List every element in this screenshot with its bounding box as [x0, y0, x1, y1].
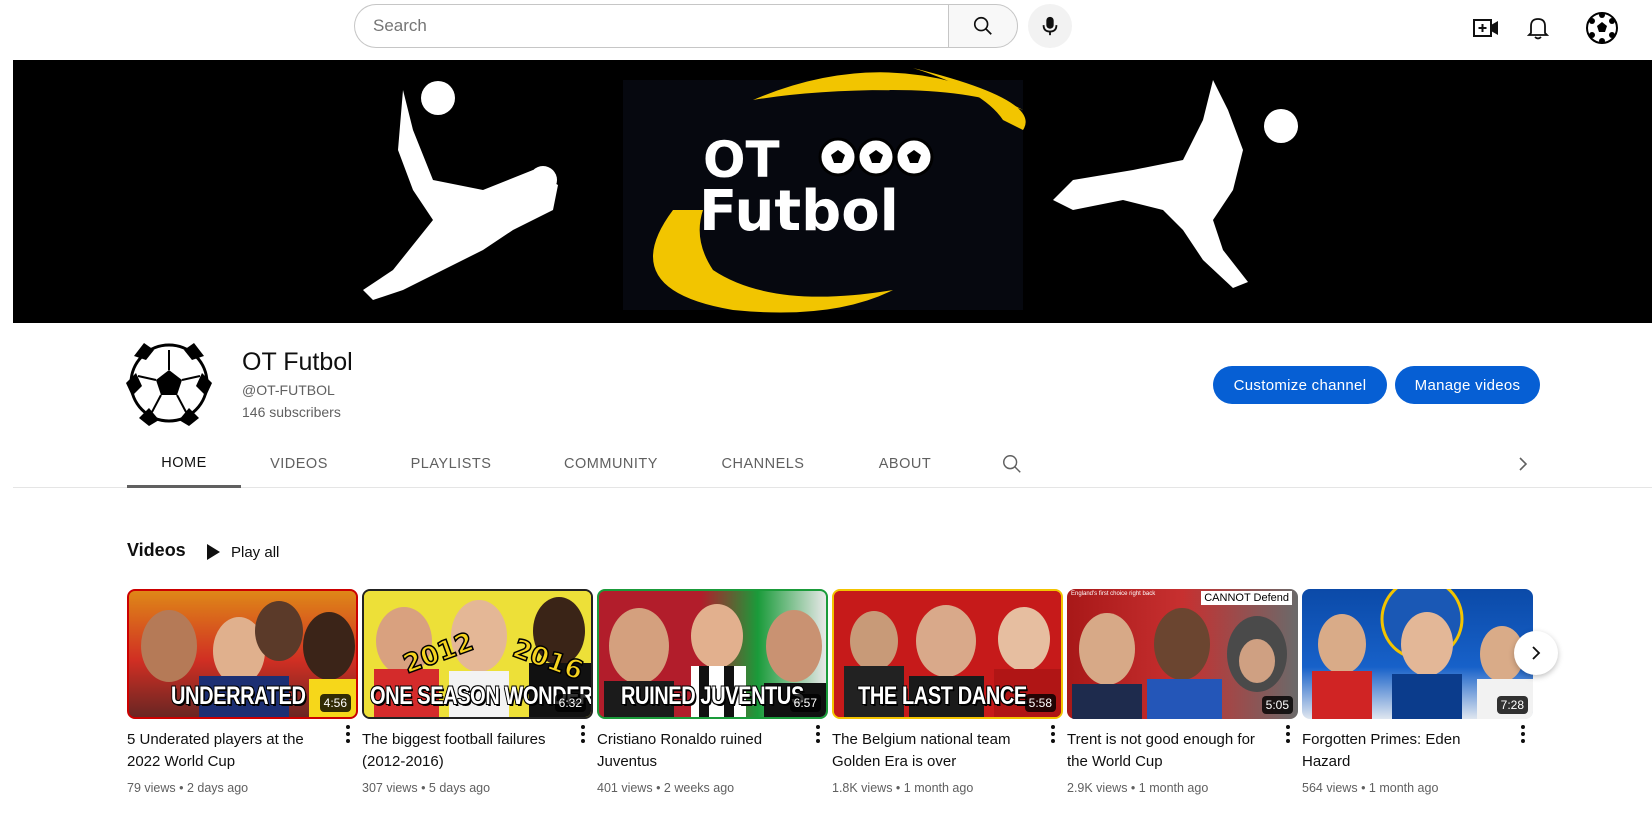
section-title: Videos [127, 540, 186, 560]
kebab-menu-icon [1051, 725, 1055, 743]
tab-about[interactable]: ABOUT [860, 440, 950, 488]
create-button[interactable] [1466, 8, 1506, 48]
thumbnail-caption: UNDERRATED [171, 682, 306, 710]
video-duration: 7:28 [1496, 696, 1528, 714]
more-options-button[interactable] [808, 725, 828, 749]
banner-logo-line2: Futbol [699, 179, 899, 244]
thumbnail-caption: THE LAST DANCE [858, 682, 1027, 710]
top-bar [0, 0, 1652, 56]
video-card[interactable]: UNDERRATED 4:56 5 Underated players at t… [127, 589, 358, 795]
video-duration: 6:32 [554, 694, 586, 712]
bell-icon [1527, 18, 1549, 40]
video-age: 1 month ago [1138, 781, 1209, 795]
play-all-button[interactable]: Play all [205, 540, 279, 564]
channel-handle: @OT-FUTBOL [242, 382, 335, 398]
video-age: 1 month ago [1368, 781, 1439, 795]
video-thumbnail[interactable]: RUINED JUVENTUS 6:57 [597, 589, 828, 719]
banner-artwork: OT Futbol [363, 68, 1298, 313]
more-options-button[interactable] [1513, 725, 1533, 749]
create-video-icon [1473, 19, 1498, 37]
microphone-icon [1042, 16, 1058, 36]
video-thumbnail[interactable]: 2012 2016 ONE SEASON WONDERS 6:32 [362, 589, 593, 719]
notifications-button[interactable] [1518, 8, 1558, 48]
video-meta: 79 views • 2 days ago [127, 781, 249, 795]
video-title[interactable]: Cristiano Ronaldo ruined Juventus [597, 729, 797, 773]
video-views: 564 views [1302, 781, 1358, 795]
kebab-menu-icon [346, 725, 350, 743]
account-avatar[interactable] [1582, 8, 1622, 48]
search-button[interactable] [948, 4, 1018, 48]
kebab-menu-icon [1286, 725, 1290, 743]
subscriber-count: 146 subscribers [242, 404, 341, 420]
video-age: 1 month ago [903, 781, 974, 795]
video-title[interactable]: Trent is not good enough for the World C… [1067, 729, 1267, 773]
video-views: 401 views [597, 781, 653, 795]
kebab-menu-icon [1521, 725, 1525, 743]
chevron-right-icon [1532, 646, 1541, 660]
video-title[interactable]: The Belgium national team Golden Era is … [832, 729, 1032, 773]
more-options-button[interactable] [573, 725, 593, 749]
video-age: 2 weeks ago [663, 781, 735, 795]
thumbnail-tag: CANNOT Defend [1201, 591, 1292, 605]
search-input[interactable] [373, 16, 948, 36]
video-age: 2 days ago [186, 781, 249, 795]
tabs-scroll-right[interactable] [1503, 440, 1543, 488]
play-icon [207, 544, 220, 560]
video-age: 5 days ago [428, 781, 491, 795]
search-box[interactable] [354, 4, 948, 48]
soccer-ball-logo-icon [126, 343, 212, 426]
play-all-label: Play all [231, 543, 280, 561]
video-views: 1.8K views [832, 781, 893, 795]
video-views: 2.9K views [1067, 781, 1128, 795]
video-thumbnail[interactable]: UNDERRATED 4:56 [127, 589, 358, 719]
chevron-right-icon [1519, 457, 1528, 471]
video-duration: 5:58 [1024, 694, 1056, 712]
video-title[interactable]: 5 Underated players at the 2022 World Cu… [127, 729, 327, 773]
thumbnail-caption: RUINED JUVENTUS [621, 682, 804, 710]
tab-videos[interactable]: VIDEOS [258, 440, 340, 488]
video-meta: 2.9K views • 1 month ago [1067, 781, 1209, 795]
search-icon [1003, 455, 1021, 473]
tab-community[interactable]: COMMUNITY [546, 440, 676, 488]
soccer-ball-avatar-icon [1586, 12, 1618, 44]
video-thumbnail[interactable]: England's first choice right back CANNOT… [1067, 589, 1298, 719]
manage-videos-button[interactable]: Manage videos [1395, 366, 1540, 404]
more-options-button[interactable] [1043, 725, 1063, 749]
video-views: 79 views [127, 781, 176, 795]
thumbnail-small-text: England's first choice right back [1071, 591, 1156, 597]
channel-name: OT Futbol [242, 348, 353, 376]
video-card[interactable]: 7:28 Forgotten Primes: Eden Hazard 564 v… [1302, 589, 1533, 795]
video-meta: 564 views • 1 month ago [1302, 781, 1439, 795]
tab-channels[interactable]: CHANNELS [710, 440, 816, 488]
channel-banner: OT Futbol [13, 60, 1652, 323]
video-title[interactable]: Forgotten Primes: Eden Hazard [1302, 729, 1502, 773]
video-title[interactable]: The biggest football failures (2012-2016… [362, 729, 562, 773]
video-thumbnail[interactable]: THE LAST DANCE 5:58 [832, 589, 1063, 719]
more-options-button[interactable] [338, 725, 358, 749]
video-meta: 1.8K views • 1 month ago [832, 781, 974, 795]
video-duration: 6:57 [789, 694, 821, 712]
video-card[interactable]: RUINED JUVENTUS 6:57 Cristiano Ronaldo r… [597, 589, 828, 795]
customize-channel-button[interactable]: Customize channel [1213, 366, 1387, 404]
video-duration: 4:56 [319, 694, 351, 712]
tab-home[interactable]: HOME [127, 440, 241, 488]
video-thumbnail[interactable]: 7:28 [1302, 589, 1533, 719]
video-duration: 5:05 [1261, 696, 1293, 714]
shelf-next-button[interactable] [1514, 631, 1558, 675]
kebab-menu-icon [816, 725, 820, 743]
video-meta: 307 views • 5 days ago [362, 781, 491, 795]
channel-avatar[interactable] [124, 338, 214, 428]
tab-playlists[interactable]: PLAYLISTS [396, 440, 506, 488]
video-card[interactable]: England's first choice right back CANNOT… [1067, 589, 1298, 795]
channel-tabs: HOME VIDEOS PLAYLISTS COMMUNITY CHANNELS… [13, 440, 1652, 488]
voice-search-button[interactable] [1028, 4, 1072, 48]
kebab-menu-icon [581, 725, 585, 743]
video-meta: 401 views • 2 weeks ago [597, 781, 735, 795]
tab-search[interactable] [988, 440, 1036, 488]
video-card[interactable]: 2012 2016 ONE SEASON WONDERS 6:32 The bi… [362, 589, 593, 795]
video-views: 307 views [362, 781, 418, 795]
search-icon [973, 16, 992, 35]
video-card[interactable]: THE LAST DANCE 5:58 The Belgium national… [832, 589, 1063, 795]
more-options-button[interactable] [1278, 725, 1298, 749]
